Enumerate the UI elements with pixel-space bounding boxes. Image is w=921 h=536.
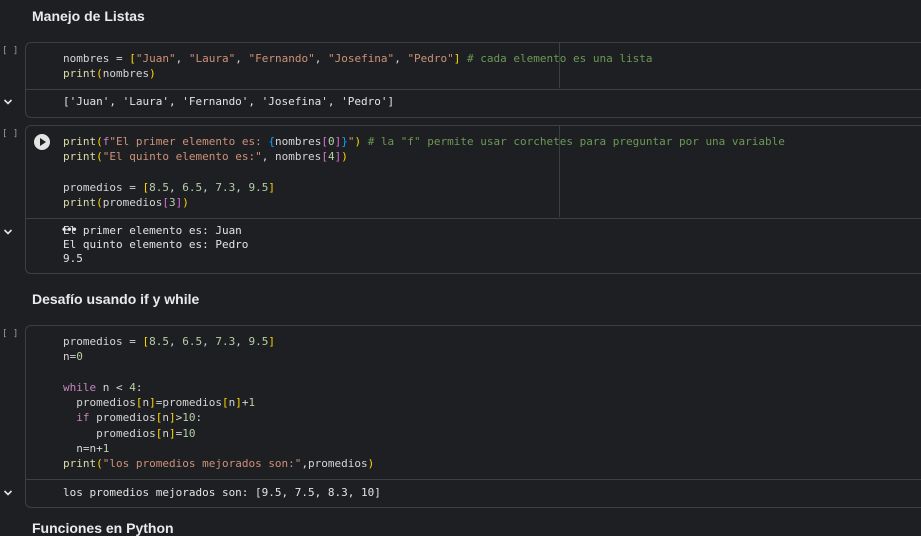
ruler-line: [559, 42, 560, 88]
code-line: print(nombres): [63, 67, 156, 81]
section-title-desafio: Desafío usando if y while: [32, 291, 200, 307]
code-line: promedios = [8.5, 6.5, 7.3, 9.5]: [63, 180, 275, 194]
cell-3-execution-count[interactable]: [ ]: [2, 329, 18, 339]
chevron-down-icon[interactable]: [3, 488, 13, 498]
chevron-down-icon[interactable]: [3, 227, 13, 237]
chevron-down-icon[interactable]: [3, 97, 13, 107]
code-line: n=n+1: [63, 442, 110, 456]
code-line: print("El quinto elemento es:", nombres[…: [63, 150, 348, 164]
output-cell-2: ••• El primer elemento es: Juan El quint…: [25, 218, 921, 274]
code-cell-1-source[interactable]: nombres = ["Juan", "Laura", "Fernando", …: [63, 51, 652, 82]
output-text: El primer elemento es: Juan El quinto el…: [63, 224, 249, 266]
cell-1-execution-count[interactable]: [ ]: [2, 46, 18, 56]
code-line: print(promedios[3]): [63, 196, 189, 210]
play-circle-icon[interactable]: [34, 134, 50, 150]
output-text: ['Juan', 'Laura', 'Fernando', 'Josefina'…: [63, 95, 395, 108]
code-line: while n < 4:: [63, 380, 143, 394]
code-cell-1[interactable]: nombres = ["Juan", "Laura", "Fernando", …: [25, 42, 921, 90]
code-line: promedios[n]=10: [63, 426, 196, 440]
section-title-funciones: Funciones en Python: [32, 520, 174, 536]
cell-2-execution-count[interactable]: [ ]: [2, 129, 18, 139]
code-cell-2[interactable]: print(f"El primer elemento es: {nombres[…: [25, 125, 921, 219]
code-cell-3-source[interactable]: promedios = [8.5, 6.5, 7.3, 9.5] n=0 whi…: [63, 334, 374, 472]
code-line: print("los promedios mejorados son:",pro…: [63, 457, 375, 471]
output-cell-1: ['Juan', 'Laura', 'Fernando', 'Josefina'…: [25, 89, 921, 118]
code-line: if promedios[n]>10:: [76, 411, 203, 425]
code-line: promedios[n]=promedios[n]+1: [63, 396, 256, 410]
code-cell-2-source[interactable]: print(f"El primer elemento es: {nombres[…: [63, 134, 785, 210]
code-line: n=0: [63, 350, 83, 364]
section-title-manejo-listas: Manejo de Listas: [32, 8, 145, 24]
output-text: los promedios mejorados son: [9.5, 7.5, …: [63, 486, 381, 499]
ruler-line: [559, 125, 560, 217]
code-line: nombres = ["Juan", "Laura", "Fernando", …: [63, 52, 653, 65]
output-cell-3: los promedios mejorados son: [9.5, 7.5, …: [25, 479, 921, 508]
code-line: promedios = [8.5, 6.5, 7.3, 9.5]: [63, 335, 275, 348]
code-line: print(f"El primer elemento es: {nombres[…: [63, 135, 785, 148]
code-cell-3[interactable]: promedios = [8.5, 6.5, 7.3, 9.5] n=0 whi…: [25, 325, 921, 480]
